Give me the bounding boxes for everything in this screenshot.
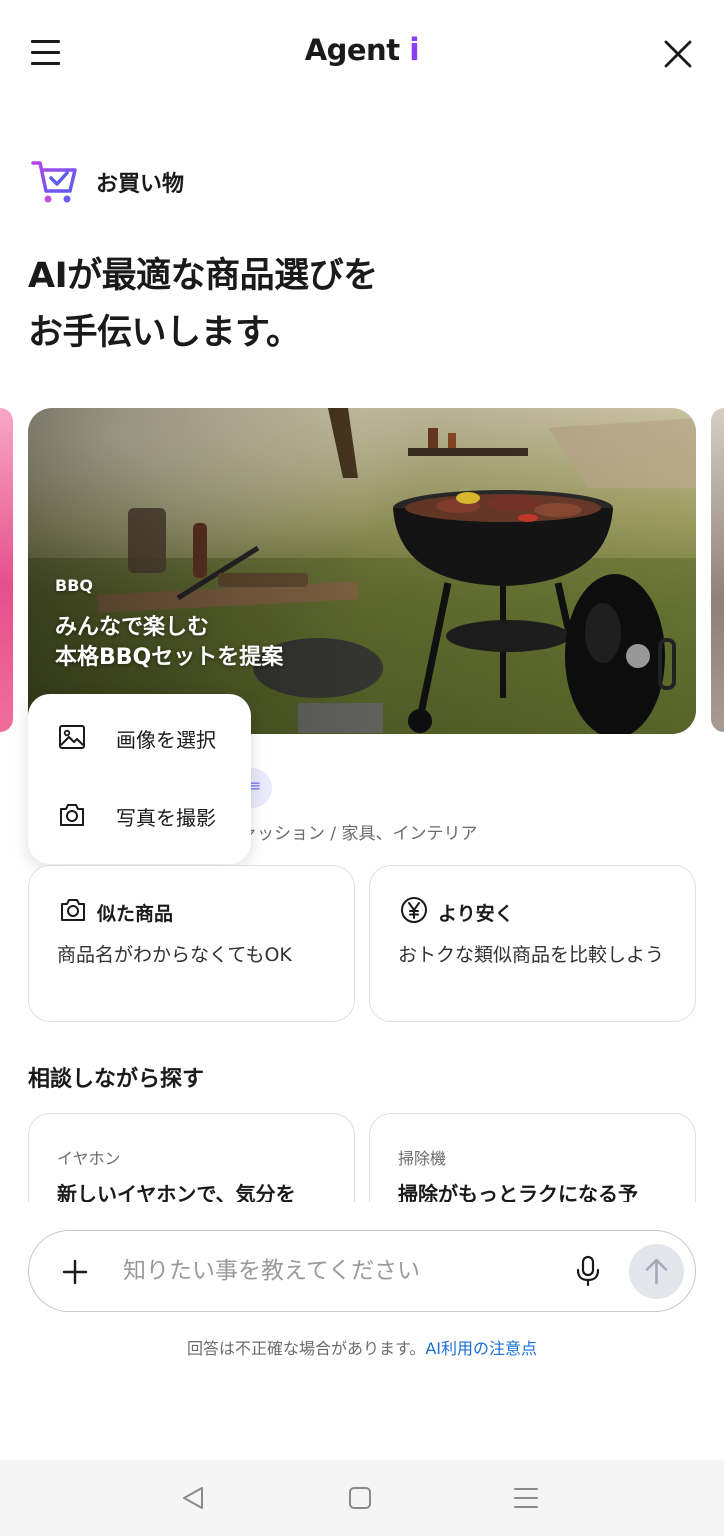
hero-tag: BBQ [55,576,93,595]
consult-tag: イヤホン [57,1149,121,1168]
cheaper-items-card[interactable]: より安く おトクな類似商品を比較しよう [369,865,696,1022]
yen-icon [400,896,428,924]
disclaimer: 回答は不正確な場合があります。AI利用の注意点 [186,1339,538,1358]
category-links[interactable]: ァッション / 家具、インテリア [240,819,478,844]
feature-title: 似た商品 [97,903,174,925]
system-nav-bar [0,1460,724,1536]
camera-icon [59,896,87,924]
consult-tag: 掃除機 [398,1149,447,1168]
chat-input[interactable] [123,1251,543,1291]
feature-title: より安く [438,903,514,925]
arrow-up-icon [645,1258,668,1285]
select-image-option[interactable]: 画像を選択 [28,702,251,772]
consult-section-title: 相談しながら探す [28,1067,205,1092]
send-button[interactable] [629,1244,684,1299]
close-icon[interactable] [662,38,694,70]
chat-input-bar [28,1230,696,1312]
consult-card-earphones[interactable]: イヤホン 新しいイヤホンで、気分を [28,1113,355,1213]
bbq-photo [28,408,696,734]
hero-title: みんなで楽しむ 本格BBQセットを提案 [55,615,284,670]
feature-desc: おトクな類似商品を比較しよう [398,944,665,966]
carousel-next-card[interactable] [711,408,724,732]
recents-menu-icon[interactable] [511,1484,541,1512]
app-header: Agent i [0,0,724,108]
page-headline: AIが最適な商品選びを お手伝いします。 [28,256,378,353]
similar-items-card[interactable]: 似た商品 商品名がわからなくてもOK [28,865,355,1022]
image-source-popup: 画像を選択 写真を撮影 [28,694,251,864]
app-logo: Agent i [304,32,420,68]
camera-icon [58,802,86,828]
scroll-fade [0,1202,724,1232]
image-icon [58,724,86,750]
microphone-icon[interactable] [575,1255,601,1287]
category-label: お買い物 [96,172,185,197]
home-icon[interactable] [345,1484,375,1512]
plus-icon[interactable] [59,1256,91,1288]
ai-usage-notes-link[interactable]: AI利用の注意点 [425,1339,537,1358]
back-icon[interactable] [178,1484,208,1512]
hero-card-bbq[interactable]: BBQ みんなで楽しむ 本格BBQセットを提案 [28,408,696,734]
consult-card-vacuum[interactable]: 掃除機 掃除がもっとラクになる予 [369,1113,696,1213]
feature-desc: 商品名がわからなくてもOK [57,944,292,966]
shopping-cart-check-icon [30,158,80,206]
take-photo-option[interactable]: 写真を撮影 [28,780,251,850]
carousel-prev-card[interactable] [0,408,13,732]
